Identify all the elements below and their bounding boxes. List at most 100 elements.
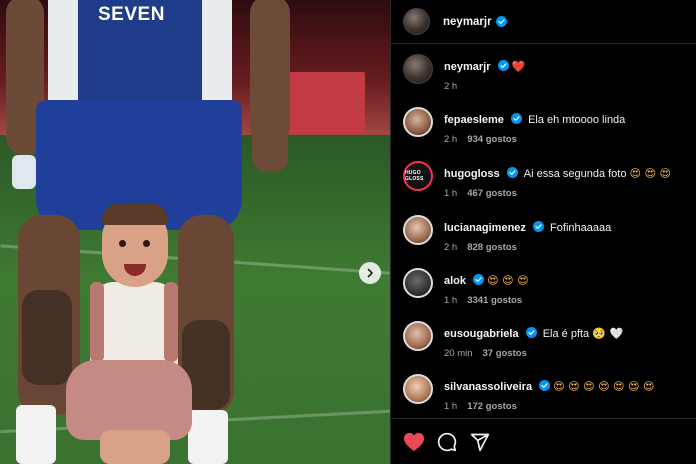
comment-icon xyxy=(437,432,457,451)
caption-line: neymarjr ❤️ xyxy=(444,60,525,74)
comment-username[interactable]: lucianagimenez xyxy=(444,222,526,234)
player-right-hand xyxy=(252,120,288,172)
like-button[interactable] xyxy=(401,429,427,455)
comment-meta: 1 h 172 gostos xyxy=(444,401,654,412)
post-side-panel: neymarjr neymarjr ❤️ 2 h fepaesleme Ela … xyxy=(390,0,696,464)
comment-body: alok 😍 😍 😍 1 h 3341 gostos xyxy=(444,268,529,306)
comments-list: neymarjr ❤️ 2 h fepaesleme Ela eh mtoooo… xyxy=(391,44,696,419)
avatar[interactable] xyxy=(403,215,433,245)
comment-text: Fofinhaaaaa xyxy=(550,222,612,234)
player-sock xyxy=(188,410,228,464)
caption-row: neymarjr ❤️ 2 h xyxy=(403,54,693,92)
comment-body: lucianagimenez Fofinhaaaaa 2 h 828 gostos xyxy=(444,215,611,253)
comment-meta: 2 h 934 gostos xyxy=(444,134,625,145)
comment-body: hugogloss Ai essa segunda foto 😍 😍 😍 1 h… xyxy=(444,161,671,199)
comment-line: eusougabriela Ela é pfta 🥺 🤍 xyxy=(444,327,623,341)
comment-line: alok 😍 😍 😍 xyxy=(444,274,529,288)
avatar[interactable] xyxy=(403,8,430,35)
post-actions-bar xyxy=(391,418,696,464)
comment-meta: 1 h 3341 gostos xyxy=(444,295,529,306)
baby-strap xyxy=(90,282,104,362)
comment-timestamp[interactable]: 1 h xyxy=(444,295,457,306)
comment-likes[interactable]: 3341 gostos xyxy=(467,295,522,306)
baby-legs xyxy=(100,430,170,464)
comment-emoji: 😍 😍 😍 xyxy=(487,274,529,287)
comment-line: silvanassoliveira 😍 😍 😍 😍 😍 😍 😍 xyxy=(444,380,654,394)
comment-username[interactable]: fepaesleme xyxy=(444,114,504,126)
jersey-sponsor-text: SEVEN xyxy=(98,4,165,25)
comment-meta: 2 h 828 gostos xyxy=(444,242,611,253)
avatar[interactable] xyxy=(403,54,433,84)
water-bottle xyxy=(12,155,36,189)
baby-skirt xyxy=(66,360,192,440)
post-author-username[interactable]: neymarjr xyxy=(443,16,492,28)
player-sock xyxy=(16,405,56,464)
comment-timestamp[interactable]: 20 min xyxy=(444,348,473,359)
share-icon xyxy=(470,433,490,451)
verified-badge-icon xyxy=(495,16,507,27)
verified-badge-icon xyxy=(473,274,485,285)
comment-likes[interactable]: 467 gostos xyxy=(467,188,517,199)
leg-tattoo xyxy=(22,290,72,385)
avatar[interactable] xyxy=(403,268,433,298)
avatar[interactable] xyxy=(403,107,433,137)
caption-timestamp[interactable]: 2 h xyxy=(444,81,457,92)
comment-text: Ela eh mtoooo linda xyxy=(528,114,626,126)
baby-hair xyxy=(102,203,168,225)
avatar[interactable] xyxy=(403,374,433,404)
next-photo-button[interactable] xyxy=(359,262,381,284)
chevron-right-icon xyxy=(367,268,373,278)
baby-eye xyxy=(143,240,150,247)
comment-emoji: 🥺 🤍 xyxy=(592,327,624,340)
comment-timestamp[interactable]: 2 h xyxy=(444,134,457,145)
verified-badge-icon xyxy=(525,327,537,338)
comment-line: fepaesleme Ela eh mtoooo linda xyxy=(444,113,625,127)
comment-timestamp[interactable]: 1 h xyxy=(444,188,457,199)
verified-badge-icon xyxy=(539,380,551,391)
comment-likes[interactable]: 37 gostos xyxy=(483,348,527,359)
baby-eye xyxy=(119,240,126,247)
jersey-stripe xyxy=(48,0,78,115)
comment-row: alok 😍 😍 😍 1 h 3341 gostos xyxy=(403,268,693,306)
comment-likes[interactable]: 934 gostos xyxy=(467,134,517,145)
caption-body: neymarjr ❤️ 2 h xyxy=(444,54,525,92)
comment-timestamp[interactable]: 1 h xyxy=(444,401,457,412)
comment-text: Ela é pfta xyxy=(542,328,590,340)
player-jersey: SEVEN xyxy=(48,0,232,115)
comment-body: silvanassoliveira 😍 😍 😍 😍 😍 😍 😍 1 h 172 g… xyxy=(444,374,654,412)
heart-icon xyxy=(404,432,424,451)
comment-row: lucianagimenez Fofinhaaaaa 2 h 828 gostos xyxy=(403,215,693,253)
comment-body: fepaesleme Ela eh mtoooo linda 2 h 934 go… xyxy=(444,107,625,145)
post-header: neymarjr xyxy=(391,0,696,44)
verified-badge-icon xyxy=(532,221,544,232)
comment-username[interactable]: hugogloss xyxy=(444,168,500,180)
avatar-logo-text: HUGO GLOSS xyxy=(405,170,424,182)
verified-badge-icon xyxy=(511,113,522,124)
comment-username[interactable]: eusougabriela xyxy=(444,328,519,340)
comment-row: fepaesleme Ela eh mtoooo linda 2 h 934 go… xyxy=(403,107,693,145)
comment-likes[interactable]: 828 gostos xyxy=(467,242,517,253)
comment-meta: 1 h 467 gostos xyxy=(444,188,671,199)
comment-likes[interactable]: 172 gostos xyxy=(467,401,517,412)
comment-body: eusougabriela Ela é pfta 🥺 🤍 20 min 37 go… xyxy=(444,321,623,359)
comment-emoji: 😍 😍 😍 xyxy=(629,167,671,180)
baby-strap xyxy=(164,282,178,362)
avatar[interactable] xyxy=(403,321,433,351)
avatar[interactable]: HUGO GLOSS xyxy=(403,161,433,191)
caption-username[interactable]: neymarjr xyxy=(444,61,490,73)
comment-row: silvanassoliveira 😍 😍 😍 😍 😍 😍 😍 1 h 172 g… xyxy=(403,374,693,412)
post-photo[interactable]: SEVEN xyxy=(0,0,390,464)
comment-line: lucianagimenez Fofinhaaaaa xyxy=(444,221,611,235)
comment-timestamp[interactable]: 2 h xyxy=(444,242,457,253)
comment-button[interactable] xyxy=(434,429,460,455)
jersey-stripe xyxy=(202,0,232,115)
comment-row: HUGO GLOSS hugogloss Ai essa segunda fot… xyxy=(403,161,693,199)
comment-username[interactable]: silvanassoliveira xyxy=(444,381,532,393)
caption-text: ❤️ xyxy=(511,60,526,73)
comment-username[interactable]: alok xyxy=(444,275,466,287)
comment-text: Ai essa segunda foto xyxy=(523,168,627,180)
comment-emoji: 😍 😍 😍 😍 😍 😍 😍 xyxy=(553,380,655,393)
verified-badge-icon xyxy=(497,60,509,71)
comment-row: eusougabriela Ela é pfta 🥺 🤍 20 min 37 go… xyxy=(403,321,693,359)
share-button[interactable] xyxy=(467,429,493,455)
